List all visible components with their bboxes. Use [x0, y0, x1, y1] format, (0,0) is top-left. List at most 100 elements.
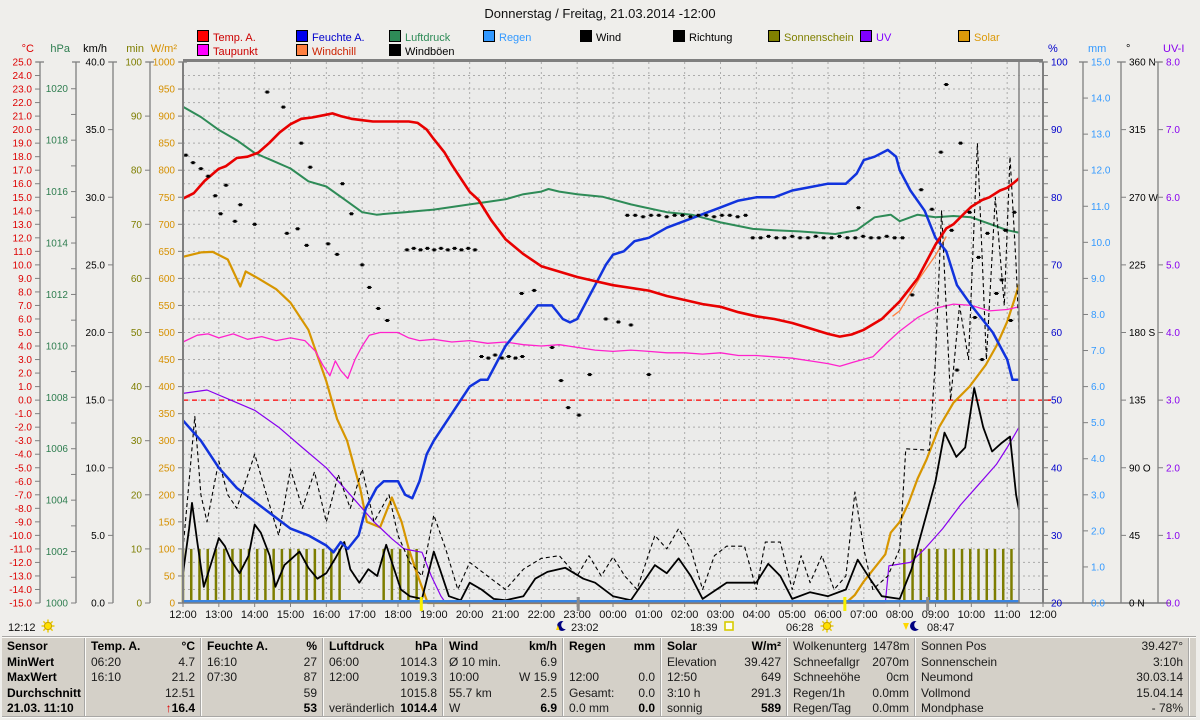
svg-text:25.0: 25.0	[13, 58, 33, 69]
svg-text:13:00: 13:00	[205, 609, 233, 621]
svg-text:-4.0: -4.0	[15, 450, 33, 461]
stat-row: 55.7 km2.5	[449, 686, 557, 702]
stat-label: 3:10 h	[667, 686, 700, 702]
svg-text:150: 150	[158, 517, 175, 528]
stat-label: Sensor	[7, 639, 48, 655]
svg-text:1008: 1008	[46, 393, 69, 404]
svg-text:6.0: 6.0	[18, 314, 32, 325]
stat-value: 6.9	[540, 655, 557, 671]
stat-row: Durchschnitt	[7, 686, 79, 702]
stat-value: °C	[182, 639, 195, 655]
svg-text:250: 250	[158, 463, 175, 474]
weather-chart[interactable]: -15.0-14.0-13.0-12.0-11.0-10.0-9.0-8.0-7…	[0, 0, 1200, 636]
svg-text:9.0: 9.0	[1091, 274, 1105, 285]
svg-text:2.0: 2.0	[18, 369, 32, 380]
stat-label: Regen	[569, 639, 606, 655]
svg-text:16:00: 16:00	[313, 609, 341, 621]
svg-text:19:00: 19:00	[420, 609, 448, 621]
legend-swatch	[768, 30, 780, 42]
legend-swatch	[296, 44, 308, 56]
svg-text:5.0: 5.0	[1091, 418, 1105, 429]
svg-text:-1.0: -1.0	[15, 409, 33, 420]
stat-label: Wind	[449, 639, 478, 655]
stat-value: 0cm	[886, 670, 909, 686]
svg-text:600: 600	[158, 274, 175, 285]
stat-row: 0.0 mm0.0	[569, 701, 655, 716]
stat-row: 12:000.0	[569, 670, 655, 686]
stat-value: km/h	[529, 639, 557, 655]
legend-item-richtung: Richtung	[673, 30, 732, 44]
svg-text:50: 50	[1051, 396, 1063, 407]
stat-row: 1015.8	[329, 686, 437, 702]
svg-text:5.0: 5.0	[91, 531, 105, 542]
stat-column-6: SolarW/m²Elevation39.42712:506493:10 h29…	[662, 638, 788, 716]
svg-text:24.0: 24.0	[13, 71, 33, 82]
legend-label: Regen	[499, 32, 531, 44]
svg-text:100: 100	[1051, 58, 1068, 69]
svg-text:15.0: 15.0	[86, 396, 106, 407]
stat-value: 87	[304, 670, 317, 686]
axis-hPa: 1000100210041006100810101012101410161018…	[46, 43, 80, 610]
svg-text:350: 350	[158, 409, 175, 420]
svg-text:9.0: 9.0	[18, 274, 32, 285]
axis-unit-%: %	[1048, 43, 1058, 55]
legend-label: Richtung	[689, 32, 732, 44]
svg-text:15.0: 15.0	[13, 193, 33, 204]
stat-label: 12:00	[329, 670, 359, 686]
stat-row: LuftdruckhPa	[329, 639, 437, 655]
svg-text:40.0: 40.0	[86, 58, 106, 69]
stat-label: Solar	[667, 639, 697, 655]
svg-text:400: 400	[158, 382, 175, 393]
axis-unit-mm: mm	[1088, 43, 1106, 55]
stat-value: W 15.9	[519, 670, 557, 686]
stat-row: 16:1021.2	[91, 670, 195, 686]
svg-text:90: 90	[1051, 125, 1063, 136]
marker-1212: 12:12	[8, 620, 55, 635]
svg-text:1006: 1006	[46, 444, 69, 455]
svg-text:40: 40	[1051, 463, 1063, 474]
svg-text:900: 900	[158, 112, 175, 123]
svg-text:1.0: 1.0	[1166, 531, 1180, 542]
svg-text:16.0: 16.0	[13, 179, 33, 190]
svg-text:90: 90	[131, 112, 143, 123]
stat-label: Feuchte A.	[207, 639, 268, 655]
x-axis-labels: 12:0013:0014:0015:0016:0017:0018:0019:00…	[169, 603, 1057, 621]
svg-text:11.0: 11.0	[1091, 202, 1110, 213]
svg-text:-12.0: -12.0	[9, 558, 32, 569]
svg-text:0.0: 0.0	[1166, 599, 1180, 610]
svg-text:650: 650	[158, 247, 175, 258]
axis-min: 0102030405060708090100min	[125, 43, 154, 610]
axis-W/m²: 0501001502002503003504004505005506006507…	[151, 43, 187, 610]
svg-text:70: 70	[1051, 260, 1063, 271]
stat-row: 16:1027	[207, 655, 317, 671]
svg-text:1020: 1020	[46, 84, 69, 95]
legend-item-uv: UV	[860, 30, 891, 44]
stat-row: Mondphase- 78%	[921, 701, 1183, 716]
svg-text:1004: 1004	[46, 496, 69, 507]
axis-unit-hPa: hPa	[50, 43, 70, 55]
svg-text:8.0: 8.0	[18, 287, 32, 298]
svg-text:0.0: 0.0	[1091, 599, 1105, 610]
legend-label: Sonnenschein	[784, 32, 854, 44]
legend-label: Windböen	[405, 46, 455, 58]
stat-row: SolarW/m²	[667, 639, 781, 655]
stat-value: 27	[304, 655, 317, 671]
axis-mm: 0.01.02.03.04.05.06.07.08.09.010.011.012…	[1079, 43, 1111, 610]
svg-text:100: 100	[125, 58, 142, 69]
axis-°: 0 N4590 O135180 S225270 W315360 N°	[1117, 43, 1158, 610]
legend-label: Taupunkt	[213, 46, 258, 58]
stat-label: 12:50	[667, 670, 697, 686]
stat-value: 59	[304, 686, 317, 702]
svg-text:08:00: 08:00	[886, 609, 914, 621]
stat-label: Regen/Tag	[793, 701, 851, 716]
svg-text:270 W: 270 W	[1129, 193, 1158, 204]
axis-km/h: 0.05.010.015.020.025.030.035.040.0km/h	[83, 43, 117, 610]
stat-label: Elevation	[667, 655, 716, 671]
svg-text:09:00: 09:00	[922, 609, 950, 621]
stat-column-0: SensorMinWertMaxWertDurchschnitt21.03. 1…	[2, 638, 86, 716]
legend-item-regen: Regen	[483, 30, 531, 44]
svg-text:15.0: 15.0	[1091, 58, 1111, 69]
stat-column-2: Feuchte A.%16:102707:30875953	[202, 638, 324, 716]
stat-value: 649	[761, 670, 781, 686]
stat-label: MinWert	[7, 655, 54, 671]
